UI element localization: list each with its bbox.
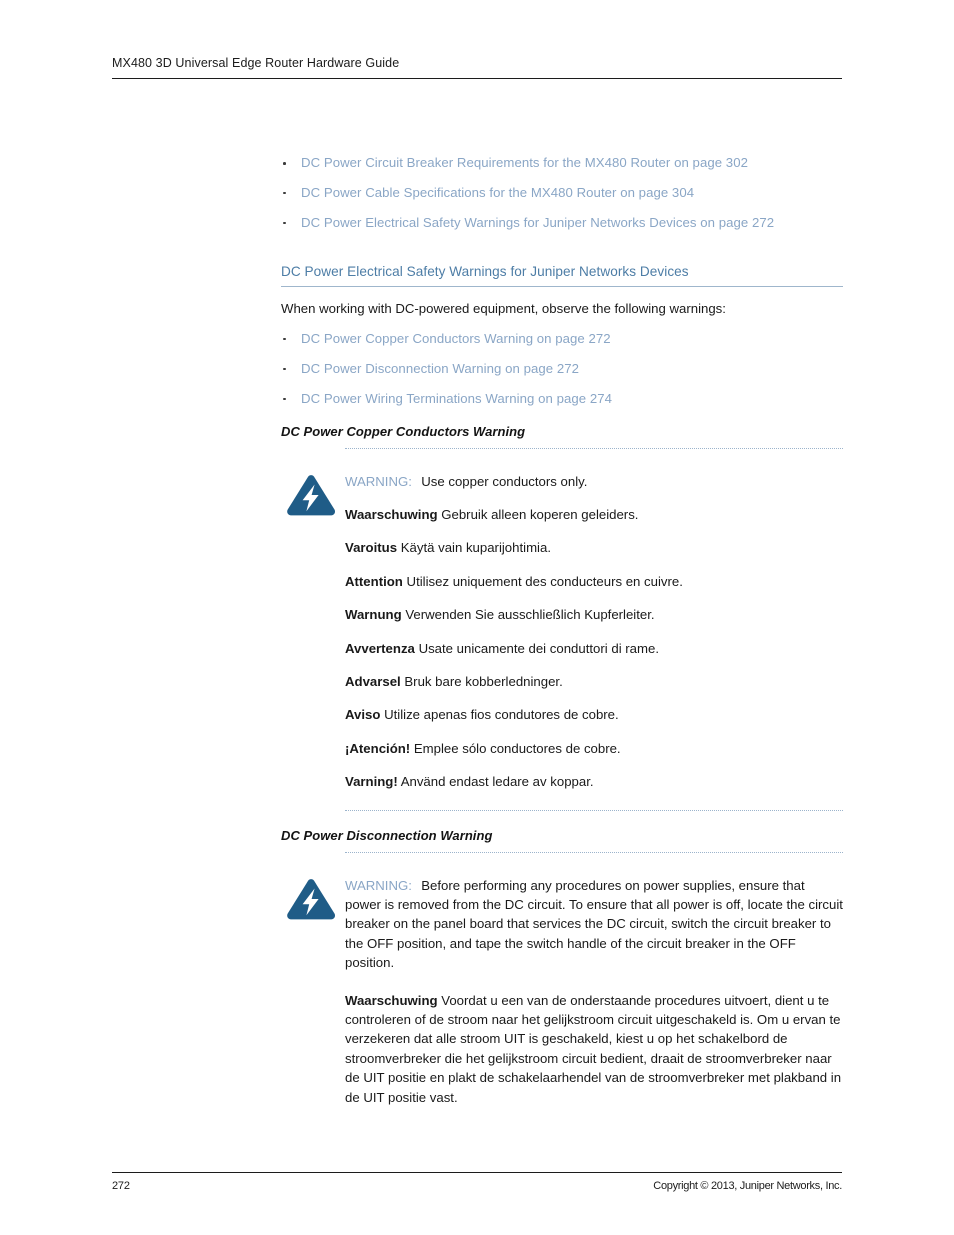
warning-label: Attention	[345, 573, 403, 589]
document-page: MX480 3D Universal Edge Router Hardware …	[0, 0, 954, 1235]
electrical-warning-icon	[283, 876, 339, 926]
copyright-notice: Copyright © 2013, Juniper Networks, Inc.	[653, 1180, 842, 1192]
warning-label: Avvertenza	[345, 640, 415, 656]
section-intro-text: When working with DC-powered equipment, …	[281, 300, 726, 316]
warning-label: Advarsel	[345, 673, 401, 689]
warning-body: Använd endast ledare av koppar.	[400, 774, 594, 790]
warning-text-spanish: ¡Atención! Emplee sólo conductores de co…	[345, 739, 843, 758]
dotted-rule	[345, 809, 843, 812]
footer-rule	[112, 1172, 842, 1173]
warning-text-german: Warnung Verwenden Sie ausschließlich Kup…	[345, 605, 843, 624]
warning-label: Warnung	[345, 607, 402, 623]
warning-body: Gebruik alleen koperen geleiders.	[441, 506, 639, 522]
warning-body: Käytä vain kuparijohtimia.	[400, 540, 551, 556]
xref-link-disconnection-warning[interactable]: DC Power Disconnection Warning on page 2…	[301, 361, 579, 376]
page-content: DC Power Circuit Breaker Requirements fo…	[281, 155, 843, 1125]
warning-label: WARNING:	[345, 877, 412, 893]
warning-label: WARNING:	[345, 473, 412, 489]
page-footer: 272 Copyright © 2013, Juniper Networks, …	[112, 1172, 842, 1192]
warning-label: Waarschuwing	[345, 506, 438, 522]
xref-link-copper-conductors-warning[interactable]: DC Power Copper Conductors Warning on pa…	[301, 331, 611, 346]
subsection-title-copper-conductors: DC Power Copper Conductors Warning	[281, 423, 526, 439]
warning-text-french: Attention Utilisez uniquement des conduc…	[345, 572, 843, 591]
warning-text-portuguese: Aviso Utilize apenas fios condutores de …	[345, 705, 843, 724]
warning-body: Voordat u een van de onderstaande proced…	[345, 992, 842, 1105]
footer-row: 272 Copyright © 2013, Juniper Networks, …	[112, 1180, 842, 1192]
warning-block-disconnection: WARNING: Before performing any procedure…	[281, 854, 843, 1125]
section-xref-list: DC Power Copper Conductors Warning on pa…	[281, 331, 843, 408]
running-header-title: MX480 3D Universal Edge Router Hardware …	[112, 56, 400, 70]
xref-link-electrical-safety-warnings[interactable]: DC Power Electrical Safety Warnings for …	[301, 215, 774, 230]
warning-label: Aviso	[345, 707, 381, 723]
list-item: DC Power Copper Conductors Warning on pa…	[281, 331, 843, 348]
warning-text-italian: Avvertenza Usate unicamente dei condutto…	[345, 639, 843, 658]
xref-link-circuit-breaker-requirements[interactable]: DC Power Circuit Breaker Requirements fo…	[301, 155, 748, 170]
list-item: DC Power Circuit Breaker Requirements fo…	[281, 155, 843, 172]
list-item: DC Power Cable Specifications for the MX…	[281, 185, 843, 202]
warning-body: Usate unicamente dei conduttori di rame.	[418, 640, 659, 656]
list-item: DC Power Disconnection Warning on page 2…	[281, 361, 843, 378]
warning-body: Emplee sólo conductores de cobre.	[413, 740, 621, 756]
xref-link-wiring-terminations-warning[interactable]: DC Power Wiring Terminations Warning on …	[301, 391, 612, 406]
header-rule	[112, 78, 842, 79]
warning-label: ¡Atención!	[345, 740, 411, 756]
warning-text-swedish: Varning! Använd endast ledare av koppar.	[345, 772, 843, 791]
warning-body: Utilize apenas fios condutores de cobre.	[384, 707, 619, 723]
xref-link-cable-specifications[interactable]: DC Power Cable Specifications for the MX…	[301, 185, 694, 200]
warning-body: Verwenden Sie ausschließlich Kupferleite…	[405, 607, 655, 623]
warning-label: Waarschuwing	[345, 992, 438, 1008]
top-xref-list: DC Power Circuit Breaker Requirements fo…	[281, 155, 843, 232]
warning-text-english: WARNING: Before performing any procedure…	[345, 876, 843, 973]
electrical-warning-icon	[283, 472, 339, 522]
warning-block-copper-conductors: WARNING: Use copper conductors only. Waa…	[281, 450, 843, 810]
warning-body: Use copper conductors only.	[421, 473, 588, 489]
list-item: DC Power Electrical Safety Warnings for …	[281, 215, 843, 232]
warning-label: Varoitus	[345, 540, 398, 556]
warning-label: Varning!	[345, 774, 398, 790]
warning-text-finnish: Varoitus Käytä vain kuparijohtimia.	[345, 538, 843, 557]
page-number: 272	[112, 1180, 130, 1192]
running-header: MX480 3D Universal Edge Router Hardware …	[112, 56, 842, 79]
warning-text-norwegian: Advarsel Bruk bare kobberledninger.	[345, 672, 843, 691]
warning-text-dutch: Waarschuwing Gebruik alleen koperen gele…	[345, 505, 843, 524]
subsection-title-disconnection: DC Power Disconnection Warning	[281, 827, 493, 843]
warning-body: Bruk bare kobberledninger.	[404, 673, 563, 689]
warning-body: Utilisez uniquement des conducteurs en c…	[406, 573, 683, 589]
warning-text-dutch: Waarschuwing Voordat u een van de onders…	[345, 991, 843, 1107]
list-item: DC Power Wiring Terminations Warning on …	[281, 391, 843, 408]
page-title: DC Power Electrical Safety Warnings for …	[281, 264, 843, 287]
warning-text-english: WARNING: Use copper conductors only.	[345, 472, 843, 491]
